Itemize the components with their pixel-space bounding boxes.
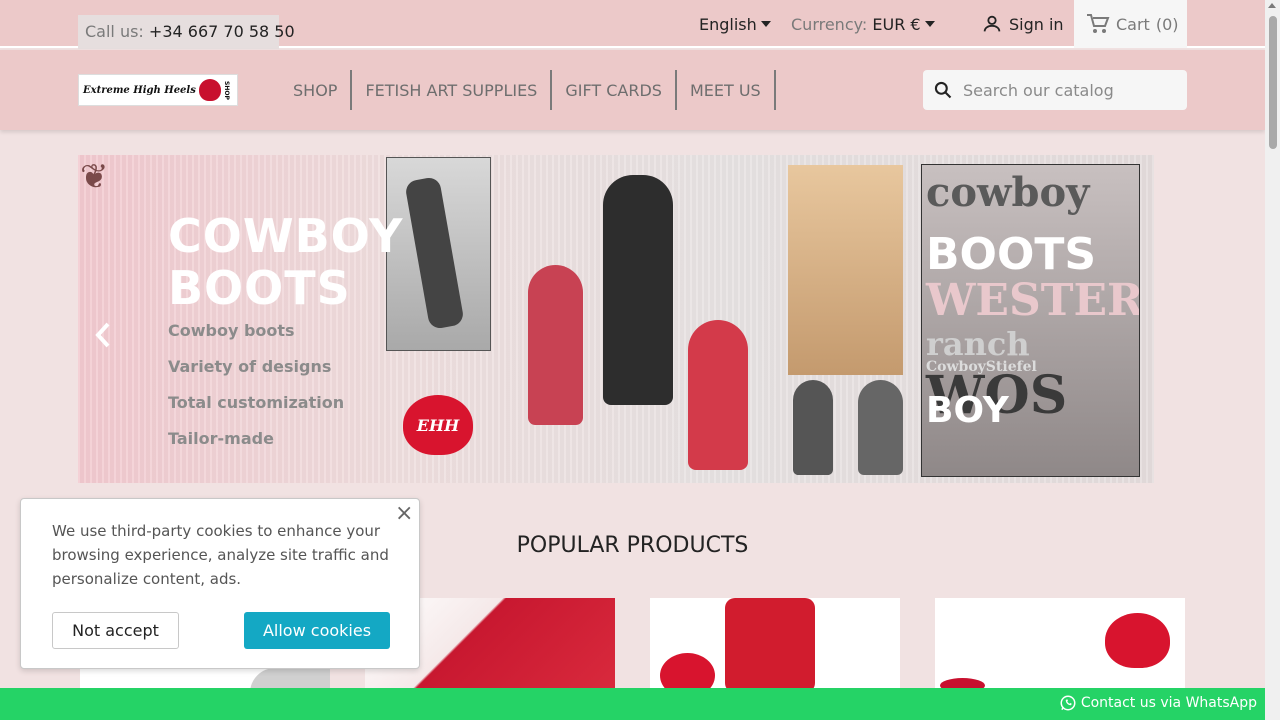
phone-number[interactable]: +34 667 70 58 50 xyxy=(149,22,295,41)
top-bar: Call us: +34 667 70 58 50 English Curren… xyxy=(0,0,1265,49)
grey-boot-image xyxy=(793,380,833,475)
site-logo[interactable]: Extreme High Heels SHOP xyxy=(78,74,238,106)
caret-down-icon xyxy=(924,21,935,27)
nav-item-fetish-art-supplies[interactable]: FETISH ART SUPPLIES xyxy=(352,70,553,110)
product-card[interactable] xyxy=(935,598,1185,693)
cart-count: (0) xyxy=(1155,14,1179,34)
main-nav: SHOP FETISH ART SUPPLIES GIFT CARDS MEET… xyxy=(280,70,776,110)
slide-title-line2: BOOTS xyxy=(168,261,351,315)
language-selector[interactable]: English xyxy=(699,15,771,34)
heart-logo-icon xyxy=(660,653,715,693)
product-card[interactable] xyxy=(650,598,900,693)
search-icon[interactable] xyxy=(933,80,953,100)
scroll-up-icon[interactable] xyxy=(1268,3,1276,8)
cookie-text: We use third-party cookies to enhance yo… xyxy=(52,522,389,588)
cart-icon xyxy=(1087,14,1110,33)
caret-down-icon xyxy=(760,21,771,27)
slide-bullet: Tailor-made xyxy=(168,429,274,448)
scrollbar-thumb[interactable] xyxy=(1269,16,1277,149)
currency-label: Currency: xyxy=(791,15,868,34)
corner-flourish-icon: ❦ xyxy=(80,157,109,197)
currency-value: EUR € xyxy=(872,15,921,34)
cookie-banner: × We use third-party cookies to enhance … xyxy=(20,498,420,669)
slide-bullet: Cowboy boots xyxy=(168,321,295,340)
slide-bullets: Cowboy boots Variety of designs Total cu… xyxy=(168,321,344,465)
call-label: Call us: xyxy=(85,22,144,41)
ehh-heart-logo: EHH xyxy=(403,395,473,455)
black-boot-image xyxy=(603,175,673,405)
search-input[interactable] xyxy=(963,80,1173,100)
chevron-left-icon[interactable] xyxy=(92,320,114,358)
words-sign-image: cowboy BOOTS WESTERN ranch CowboyStiefel… xyxy=(921,164,1140,477)
nav-item-gift-cards[interactable]: GIFT CARDS xyxy=(552,70,677,110)
grey-boot-image xyxy=(858,380,903,475)
hero-carousel: ❦ cowboy BOOTS WESTERN ranch CowboyStief… xyxy=(78,155,1154,483)
sign-word: BOOTS xyxy=(926,229,1097,280)
white-red-boot-image xyxy=(688,320,748,470)
allow-cookies-button[interactable]: Allow cookies xyxy=(244,612,390,649)
nav-item-shop[interactable]: SHOP xyxy=(280,70,353,110)
whatsapp-contact-link[interactable]: Contact us via WhatsApp xyxy=(1059,694,1257,712)
logo-text: Extreme High Heels xyxy=(83,84,196,96)
slide-bullet: Total customization xyxy=(168,393,345,412)
sign-word: WESTERN xyxy=(926,275,1140,326)
sign-word: BOY xyxy=(926,390,1009,431)
language-value: English xyxy=(699,15,757,34)
sign-word: ranch xyxy=(926,325,1030,363)
main-header: Extreme High Heels SHOP SHOP FETISH ART … xyxy=(0,50,1265,130)
whatsapp-label: Contact us via WhatsApp xyxy=(1080,695,1257,711)
sign-in-link[interactable]: Sign in xyxy=(981,13,1064,35)
heart-logo-icon xyxy=(198,79,221,101)
logo-shop: SHOP xyxy=(222,80,230,100)
slide-bullet: Variety of designs xyxy=(168,357,332,376)
slide-title: COWBOY BOOTS xyxy=(168,210,403,314)
currency-selector[interactable]: Currency: EUR € xyxy=(791,15,935,34)
not-accept-button[interactable]: Not accept xyxy=(52,612,179,649)
nav-item-meet-us[interactable]: MEET US xyxy=(677,70,776,110)
sign-word: cowboy xyxy=(926,169,1090,216)
cart-label: Cart xyxy=(1116,14,1150,34)
red-boot-image xyxy=(528,265,583,425)
cowgirl-photo xyxy=(788,165,903,375)
cart-button[interactable]: Cart (0) xyxy=(1074,0,1187,48)
page-scrollbar[interactable] xyxy=(1265,0,1280,720)
slide-title-line1: COWBOY xyxy=(168,209,404,263)
red-boot-image xyxy=(725,598,815,693)
sign-in-label: Sign in xyxy=(1009,14,1064,34)
close-icon[interactable]: × xyxy=(395,501,413,526)
whatsapp-icon xyxy=(1060,695,1076,711)
whatsapp-bar: Contact us via WhatsApp xyxy=(0,688,1265,720)
heart-logo-icon xyxy=(1105,613,1170,668)
user-icon xyxy=(983,15,1001,32)
search-box xyxy=(923,70,1187,110)
call-us: Call us: +34 667 70 58 50 xyxy=(78,15,295,49)
